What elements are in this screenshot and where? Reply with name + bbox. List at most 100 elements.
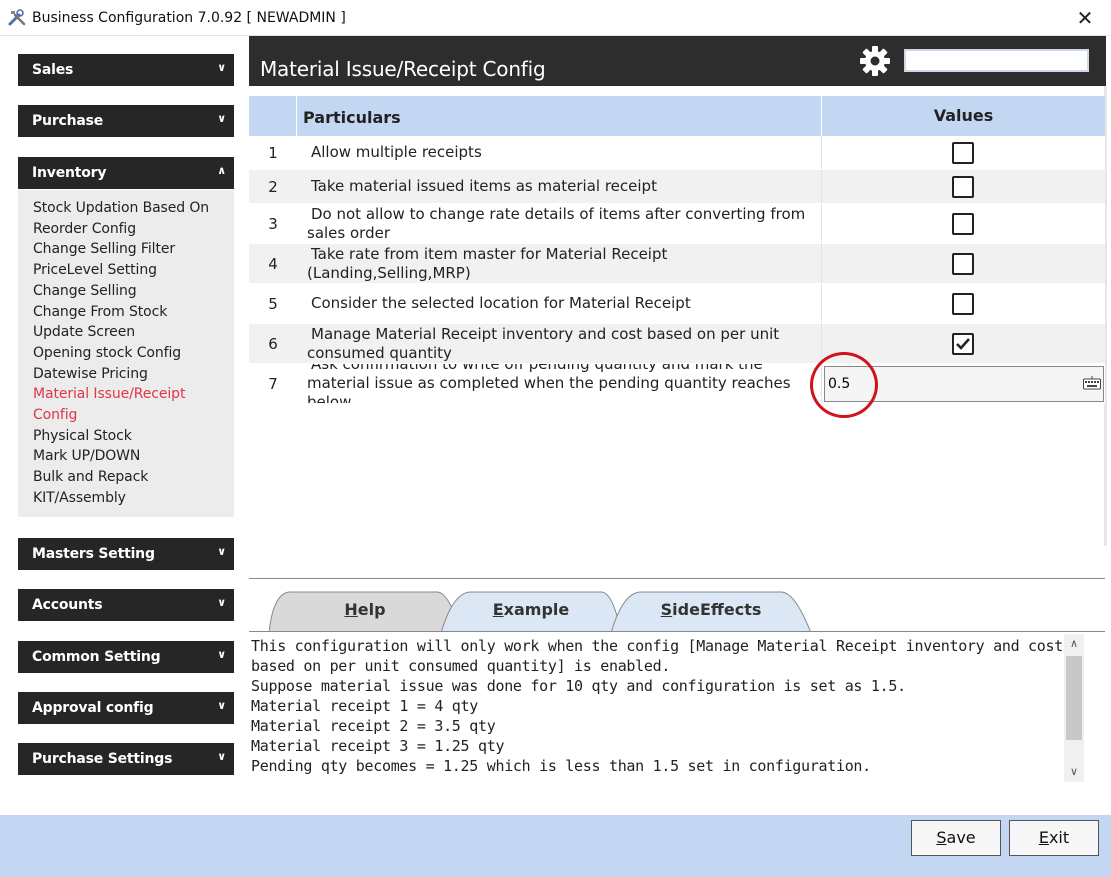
sidebar-item-physical-stock[interactable]: Physical Stock [33,426,234,447]
tab-label: Help [344,600,386,619]
table-row: 4 Take rate from item master for Materia… [249,244,1105,284]
sidebar-item-mark-up-down[interactable]: Mark UP/DOWN [33,446,234,467]
row-label: Manage Material Receipt inventory and co… [307,324,780,362]
tab-sideeffects[interactable]: SideEffects [611,590,811,633]
config-grid: Particulars Values 1 Allow multiple rece… [249,96,1105,404]
sidebar-section-label: Accounts [32,597,103,613]
sidebar: Sales ∨ Purchase ∨ Inventory ∧ Stock Upd… [0,36,248,815]
chevron-down-icon: ∨ [217,596,226,609]
sidebar-section-masters-setting[interactable]: Masters Setting ∨ [18,538,234,570]
sidebar-item-update-screen[interactable]: Update Screen [33,322,234,343]
help-line: Material receipt 1 = 4 qty [251,697,479,715]
row-label: Ask confirmation to write off pending qu… [307,364,791,403]
sidebar-section-label: Masters Setting [32,546,155,562]
sidebar-section-approval-config[interactable]: Approval config ∨ [18,692,234,724]
checkbox-consider-selected-location[interactable] [952,292,974,315]
row-label: Take rate from item master for Material … [307,244,668,282]
table-row: 7 Ask confirmation to write off pending … [249,364,1105,404]
checkbox-manage-per-unit-consumed[interactable] [952,332,974,355]
table-row: 3 Do not allow to change rate details of… [249,204,1105,244]
scrollbar-thumb[interactable] [1066,656,1082,740]
window-titlebar: Business Configuration 7.0.92 [ NEWADMIN… [0,0,1111,36]
tab-help[interactable]: Help [269,590,461,633]
checkbox-take-issued-as-receipt[interactable] [952,175,974,198]
exit-button[interactable]: Exit [1009,820,1099,856]
sidebar-section-label: Common Setting [32,649,161,665]
row-value [821,324,1105,363]
chevron-down-icon: ∨ [217,545,226,558]
row-value [821,170,1105,203]
sidebar-section-accounts[interactable]: Accounts ∨ [18,589,234,621]
sidebar-section-purchase[interactable]: Purchase ∨ [18,105,234,137]
sidebar-section-label: Inventory [32,165,107,181]
pending-quantity-threshold-input[interactable] [824,366,1104,402]
table-row: 1 Allow multiple receipts [249,136,1105,170]
table-row: 5 Consider the selected location for Mat… [249,284,1105,324]
sidebar-item-change-selling-filter[interactable]: Change Selling Filter [33,239,234,260]
checkbox-allow-multiple-receipts[interactable] [952,141,974,164]
scroll-up-icon[interactable]: ∧ [1064,634,1084,654]
sidebar-section-label: Purchase [32,113,104,129]
row-label: Allow multiple receipts [311,143,482,161]
footer-bar: Save Exit [0,815,1111,877]
sidebar-section-inventory[interactable]: Inventory ∧ [18,157,234,189]
sidebar-item-datewise-pricing[interactable]: Datewise Pricing [33,364,234,385]
tools-icon [8,9,26,26]
sidebar-item-stock-updation[interactable]: Stock Updation Based On [33,198,234,219]
row-value [821,136,1105,169]
scroll-down-icon[interactable]: ∨ [1064,762,1084,782]
sidebar-item-bulk-and-repack[interactable]: Bulk and Repack [33,467,234,488]
row-number: 3 [268,214,278,233]
grid-header: Particulars Values [249,96,1105,136]
table-row: 2 Take material issued items as material… [249,170,1105,204]
save-button[interactable]: Save [911,820,1001,856]
window-title: Business Configuration 7.0.92 [ NEWADMIN… [32,10,346,26]
keyboard-icon[interactable] [1083,376,1101,390]
inventory-submenu: Stock Updation Based On Reorder Config C… [18,190,234,517]
help-line: Pending qty becomes = 1.25 which is less… [251,757,871,775]
sidebar-item-kit-assembly[interactable]: KIT/Assembly [33,488,234,509]
sidebar-item-reorder-config[interactable]: Reorder Config [33,219,234,240]
help-tabs: Help Example SideEffects [249,578,1105,633]
close-icon[interactable]: ✕ [1073,6,1097,30]
gear-icon[interactable] [858,44,892,78]
row-label: Consider the selected location for Mater… [311,294,691,312]
sidebar-item-material-issue-receipt-config[interactable]: Config [33,405,234,426]
chevron-down-icon: ∨ [217,699,226,712]
tab-example[interactable]: Example [441,590,621,633]
row-number: 5 [268,294,278,313]
sidebar-item-opening-stock-config[interactable]: Opening stock Config [33,343,234,364]
sidebar-item-change-from-stock[interactable]: Change From Stock [33,302,234,323]
help-scrollbar[interactable]: ∧ ∨ [1064,634,1084,782]
row-value [821,284,1105,323]
column-header-values: Values [821,96,1105,136]
row-label: Take material issued items as material r… [311,177,657,195]
checkbox-rate-from-item-master[interactable] [952,252,974,275]
help-line: Material receipt 3 = 1.25 qty [251,737,505,755]
help-line: Material receipt 2 = 3.5 qty [251,717,496,735]
help-line: based on per unit consumed quantity] is … [251,657,671,675]
row-value [821,364,1105,403]
column-header-particulars: Particulars [303,108,401,127]
search-input[interactable] [904,49,1089,72]
grid-header-num [249,96,297,136]
sidebar-section-label: Sales [32,62,74,78]
help-text-panel: This configuration will only work when t… [249,632,1090,782]
sidebar-item-change-selling[interactable]: Change Selling [33,281,234,302]
sidebar-section-common-setting[interactable]: Common Setting ∨ [18,641,234,673]
sidebar-section-label: Purchase Settings [32,751,173,767]
table-row: 6 Manage Material Receipt inventory and … [249,324,1105,364]
sidebar-item-pricelevel-setting[interactable]: PriceLevel Setting [33,260,234,281]
chevron-down-icon: ∨ [217,112,226,125]
row-value [821,244,1105,283]
row-label: Do not allow to change rate details of i… [307,204,806,242]
sidebar-section-sales[interactable]: Sales ∨ [18,54,234,86]
checkbox-no-rate-change-from-sales-order[interactable] [952,212,974,235]
checkmark-icon [956,337,970,350]
sidebar-item-material-issue-receipt[interactable]: Material Issue/Receipt [33,384,234,405]
row-number: 4 [268,254,278,273]
help-line: Suppose material issue was done for 10 q… [251,677,906,695]
help-line: This configuration will only work when t… [251,637,1063,655]
sidebar-section-purchase-settings[interactable]: Purchase Settings ∨ [18,743,234,775]
row-number: 6 [268,334,278,353]
